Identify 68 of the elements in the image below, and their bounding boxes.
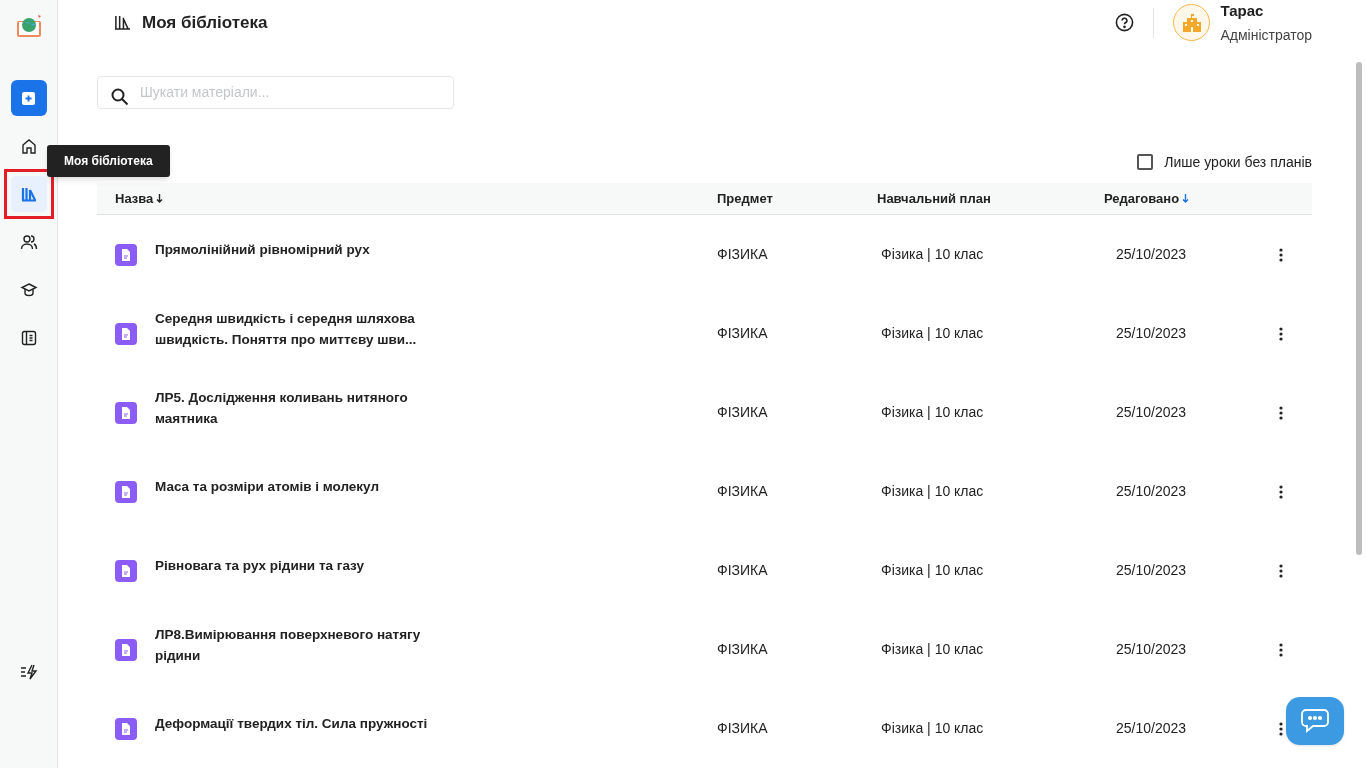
column-header[interactable]: Предмет [717,188,773,209]
table-cell: Фізика | 10 клас [881,562,984,578]
help-icon[interactable] [1115,13,1135,33]
table-cell: 25/10/2023 [1116,404,1187,420]
more-icon [1279,642,1283,657]
lesson-title[interactable]: Прямолінійний рівномірний рух [155,239,445,260]
more-icon [1279,326,1283,341]
more-icon [1279,405,1283,420]
table-cell: 25/10/2023 [1116,562,1187,578]
lesson-title[interactable]: ЛР8.Вимірювання поверхневого натягу рідини [155,623,445,666]
search-field[interactable]: Шукати матеріали... [97,75,454,109]
page-title: Моя бібліотека [142,12,268,35]
table-cell: Фізика | 10 клас [881,325,984,341]
lesson-title[interactable]: Рівновага та рух рідини та газу [155,555,445,576]
table-cell: Фізика | 10 клас [881,404,984,420]
checkbox-label: Лише уроки без планів [1164,152,1312,172]
add-button[interactable] [10,80,47,116]
plus-icon [22,91,35,105]
more-icon [1279,721,1283,736]
more-icon [1279,563,1283,578]
sort-arrow-icon[interactable] [156,193,164,203]
table-cell: Фізика | 10 клас [881,720,984,736]
document-icon [115,638,137,661]
library-icon [114,14,131,32]
scrollbar[interactable] [1356,62,1362,555]
lesson-title[interactable]: Середня швидкість і середня шляхова швидкість. Поняття про миттєву шви... [155,307,445,350]
table-cell: 25/10/2023 [1116,641,1187,657]
table-cell: ФІЗИКА [717,404,768,420]
document-icon [115,717,137,740]
document-icon [115,243,137,266]
document-icon [115,559,137,582]
more-icon [1279,247,1283,262]
table-cell: ФІЗИКА [717,562,768,578]
lightning-icon [19,663,38,681]
document-icon [115,480,137,503]
school-icon [1181,13,1202,32]
column-header[interactable]: Навчальний план [877,188,991,209]
table-cell: ФІЗИКА [717,246,768,262]
user-role: Адміністратор [1220,25,1312,45]
table-cell: 25/10/2023 [1116,325,1187,341]
user-name: Тарас [1220,1,1265,22]
table-cell: 25/10/2023 [1116,720,1187,736]
table-cell: ФІЗИКА [717,325,768,341]
document-icon [115,401,137,424]
checkbox[interactable] [1137,154,1154,171]
table-cell: ФІЗИКА [717,483,768,499]
table-cell: Фізика | 10 клас [881,246,984,262]
table-cell: 25/10/2023 [1116,246,1187,262]
lesson-title[interactable]: ЛР5. Дослідження коливань нитяного маятника [155,386,445,429]
table-cell: ФІЗИКА [717,720,768,736]
column-header[interactable]: Назва [115,188,154,209]
users-icon [19,233,38,251]
document-icon [115,322,137,345]
table-cell: 25/10/2023 [1116,483,1187,499]
search-icon [111,87,129,106]
table-cell: ФІЗИКА [717,641,768,657]
table-cell: Фізика | 10 клас [881,641,984,657]
notebook-icon [19,329,38,347]
table-cell: Фізика | 10 клас [881,483,984,499]
graduation-cap-icon [19,281,38,299]
tooltip: Моя бібліотека [47,145,170,177]
column-header[interactable]: Редаговано [1104,188,1180,209]
chat-icon [1300,708,1330,734]
home-icon [19,137,38,155]
library-icon [19,185,38,203]
lesson-title[interactable]: Деформації твердих тіл. Сила пружності [155,713,445,734]
more-icon [1279,484,1283,499]
lesson-title[interactable]: Маса та розміри атомів і молекул [155,476,445,497]
